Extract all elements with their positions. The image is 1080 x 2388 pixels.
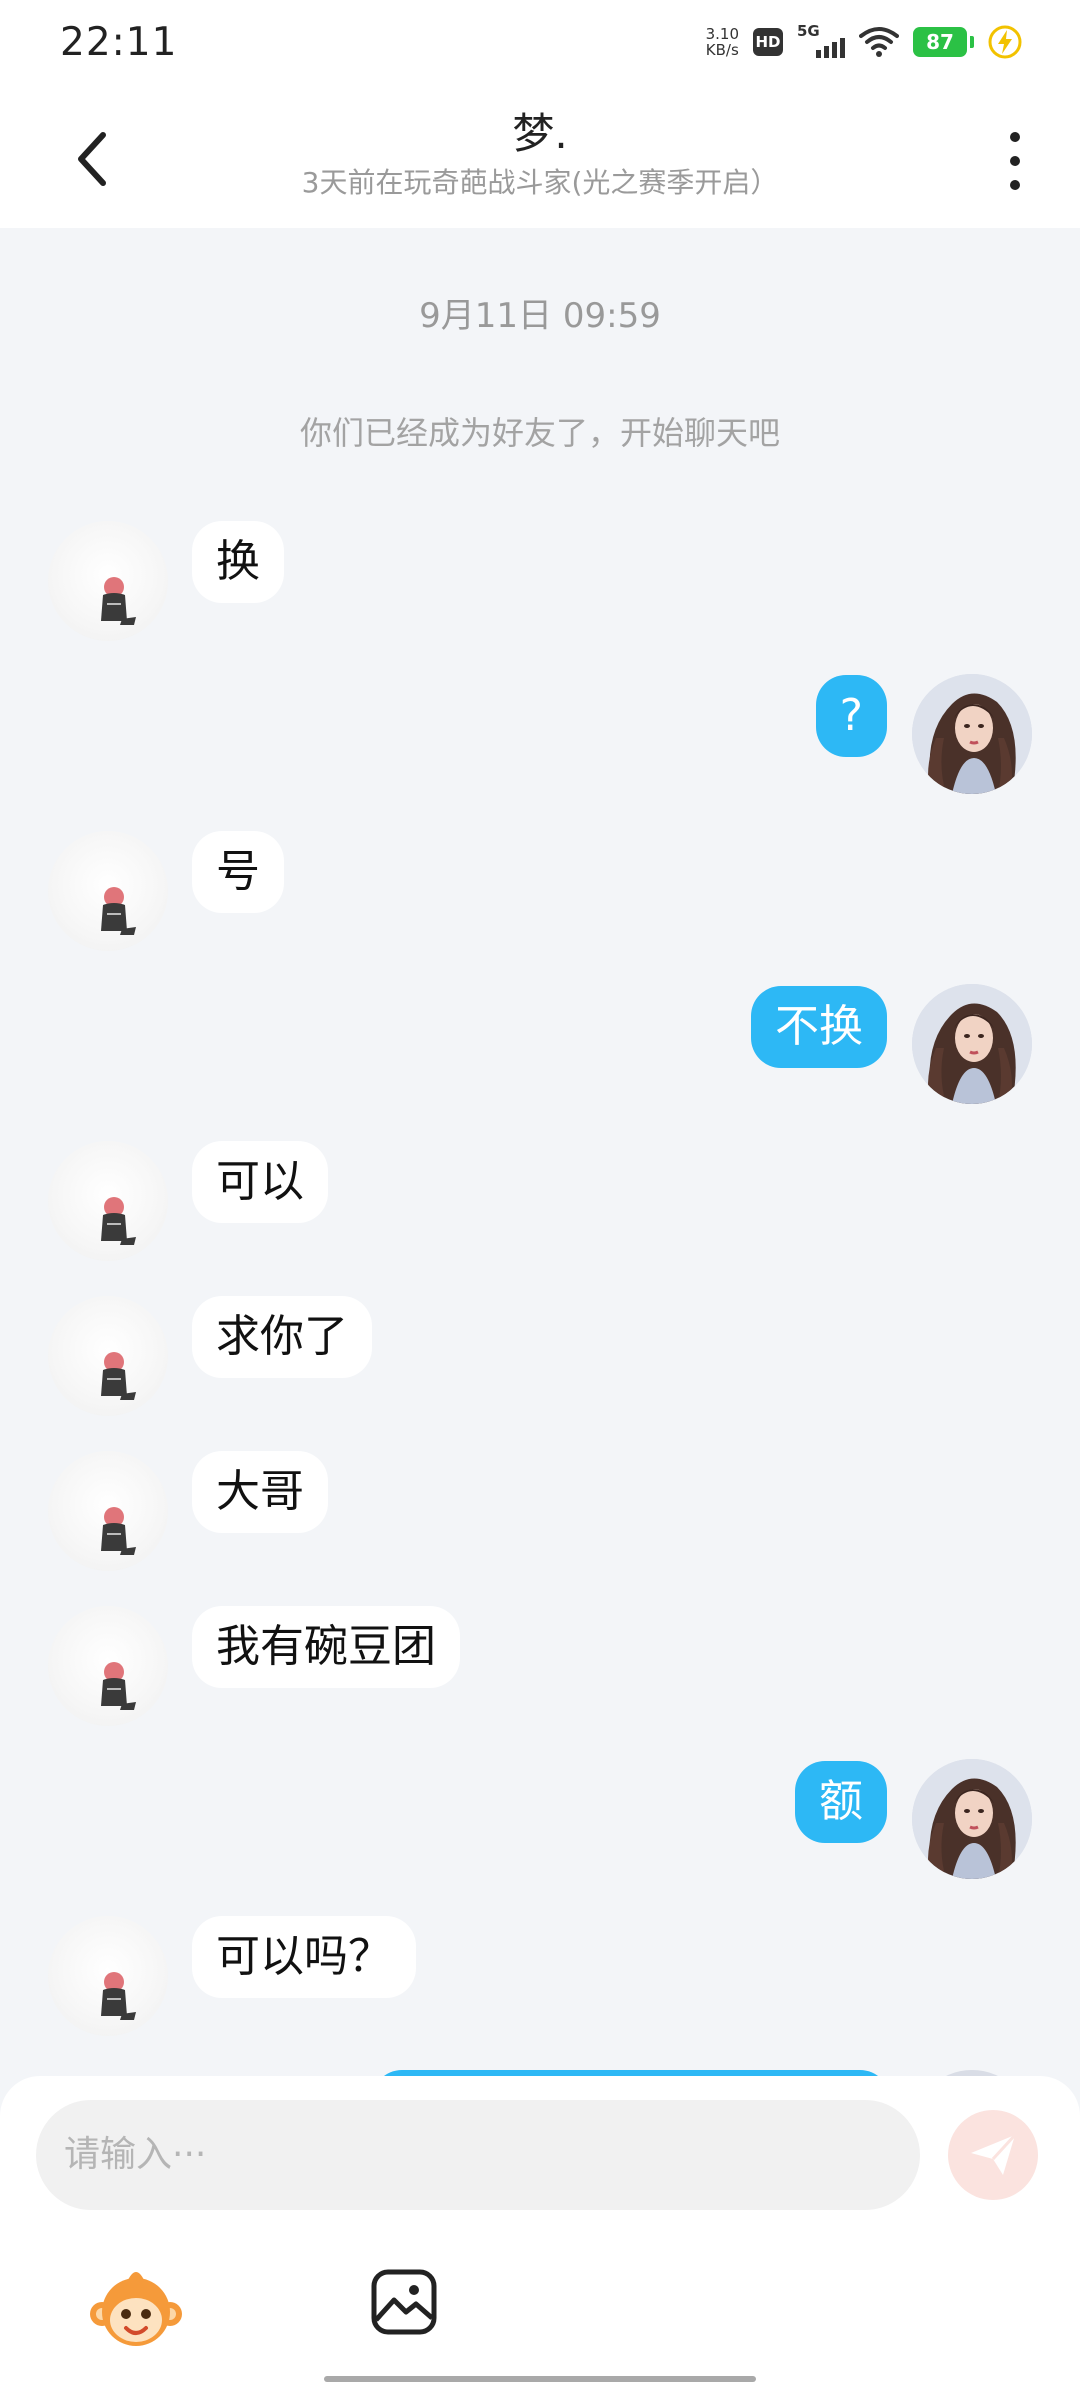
message-bubble-received[interactable]: 大哥 <box>192 1451 328 1533</box>
message-bubble-received[interactable]: 我有碗豆团 <box>192 1606 460 1688</box>
girl-portrait-icon <box>912 674 1032 794</box>
message-bubble-received[interactable]: 可以吗？ <box>192 1916 416 1998</box>
contact-avatar[interactable] <box>48 1606 168 1726</box>
message-timestamp: 9月11日 09:59 <box>419 296 661 336</box>
person-figure-icon <box>101 1352 136 1400</box>
girl-portrait-icon <box>912 1759 1032 1879</box>
network-speed-value: 3.10 <box>705 25 739 43</box>
message-bubble-sent[interactable]: 额 <box>795 1761 887 1843</box>
my-avatar[interactable] <box>912 674 1032 794</box>
my-avatar[interactable] <box>912 984 1032 1104</box>
more-options-button[interactable] <box>990 126 1040 196</box>
system-notice: 你们已经成为好友了，开始聊天吧 <box>299 414 780 452</box>
input-panel: 请输入··· <box>0 2076 1080 2388</box>
person-figure-icon <box>101 1507 136 1555</box>
person-figure-icon <box>101 887 136 935</box>
contact-avatar[interactable] <box>48 1451 168 1571</box>
chevron-left-icon <box>78 132 106 186</box>
person-figure-icon <box>101 1197 136 1245</box>
hd-icon: HD <box>753 28 783 56</box>
chat-header: 梦. 3天前在玩奇葩战斗家(光之赛季开启） <box>0 84 1080 228</box>
emoji-button[interactable] <box>88 2260 184 2356</box>
monkey-emoji-icon <box>90 2272 182 2346</box>
contact-avatar[interactable] <box>48 521 168 641</box>
contact-avatar[interactable] <box>48 831 168 951</box>
message-bubble-received[interactable]: 号 <box>192 831 284 913</box>
chat-screen: 22:11 3.10 KB/s HD 5G 87 梦. 3天前在玩奇葩战斗家(光… <box>0 0 1080 2388</box>
contact-name: 梦. <box>512 109 568 158</box>
wifi-icon <box>859 27 899 57</box>
image-icon <box>371 2269 437 2335</box>
status-bar: 22:11 3.10 KB/s HD 5G 87 <box>0 0 1080 84</box>
message-input[interactable]: 请输入··· <box>36 2100 920 2210</box>
back-button[interactable] <box>62 124 122 194</box>
status-time: 22:11 <box>60 19 178 65</box>
message-bubble-received[interactable]: 求你了 <box>192 1296 372 1378</box>
more-dot-icon <box>1010 156 1020 166</box>
contact-avatar[interactable] <box>48 1296 168 1416</box>
more-dot-icon <box>1010 132 1020 142</box>
network-speed-unit: KB/s <box>705 41 739 59</box>
send-button[interactable] <box>948 2110 1038 2200</box>
battery-icon: 87 <box>913 27 974 57</box>
message-bubble-sent[interactable]: ? <box>815 675 887 757</box>
more-dot-icon <box>1010 180 1020 190</box>
charging-icon <box>988 25 1022 59</box>
message-bubble-sent[interactable]: 不换 <box>751 986 887 1068</box>
cellular-signal-icon: 5G <box>797 22 845 60</box>
girl-portrait-icon <box>912 984 1032 1104</box>
image-picker-button[interactable] <box>368 2266 440 2338</box>
person-figure-icon <box>101 1662 136 1710</box>
contact-activity: 3天前在玩奇葩战斗家(光之赛季开启） <box>301 166 779 199</box>
battery-level: 87 <box>913 27 967 57</box>
status-icons: 3.10 KB/s HD 5G 87 <box>706 22 1022 60</box>
network-speed: 3.10 KB/s <box>706 26 739 58</box>
message-list[interactable]: 9月11日 09:59 你们已经成为好友了，开始聊天吧 换 ? 号 不换 可以 … <box>0 228 1080 2078</box>
contact-avatar[interactable] <box>48 1916 168 2036</box>
my-avatar[interactable] <box>912 1759 1032 1879</box>
home-indicator[interactable] <box>324 2376 756 2382</box>
person-figure-icon <box>101 1972 136 2020</box>
person-figure-icon <box>101 577 136 625</box>
paper-plane-icon <box>971 2133 1017 2175</box>
contact-avatar[interactable] <box>48 1141 168 1261</box>
message-bubble-received[interactable]: 换 <box>192 521 284 603</box>
message-bubble-received[interactable]: 可以 <box>192 1141 328 1223</box>
title-block: 梦. 3天前在玩奇葩战斗家(光之赛季开启） <box>200 108 880 202</box>
